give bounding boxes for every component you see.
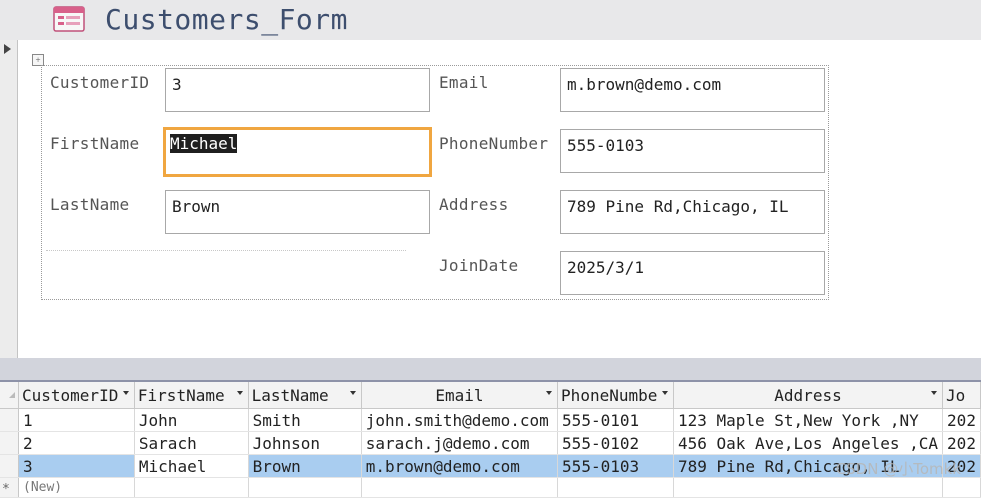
form-title: Customers_Form xyxy=(105,3,349,36)
table-row-current[interactable]: 3 Michael Brown m.brown@demo.com 555-010… xyxy=(0,454,981,478)
column-header-address[interactable]: Address xyxy=(673,382,944,409)
column-header-label: PhoneNumbe xyxy=(561,385,658,405)
email-field[interactable]: m.brown@demo.com xyxy=(560,68,825,112)
cell-lastname[interactable]: Brown xyxy=(248,454,362,478)
watermark: CSDN @小Tomkk xyxy=(835,460,961,478)
new-record-cell[interactable] xyxy=(557,477,674,498)
cell-address[interactable]: 123 Maple St,New York ,NY xyxy=(673,408,944,432)
new-record-cell[interactable] xyxy=(134,477,249,498)
split-form-splitter[interactable] xyxy=(0,358,981,382)
cell-address[interactable]: 456 Oak Ave,Los Angeles ,CA xyxy=(673,431,944,455)
new-record-row[interactable]: * (New) xyxy=(0,477,981,498)
new-record-selector[interactable]: * xyxy=(0,477,19,498)
address-label: Address xyxy=(439,195,509,214)
cell-firstname[interactable]: Sarach xyxy=(134,431,249,455)
new-record-cell[interactable] xyxy=(673,477,944,498)
column-header-customerid[interactable]: CustomerID xyxy=(18,382,135,409)
cell-customerid[interactable]: 3 xyxy=(18,454,135,478)
select-all-corner[interactable] xyxy=(0,382,19,409)
cell-phonenumber[interactable]: 555-0103 xyxy=(557,454,674,478)
column-header-label: Email xyxy=(435,385,484,405)
dropdown-arrow-icon[interactable] xyxy=(661,391,668,395)
column-header-label: Jo xyxy=(946,385,966,405)
lastname-field[interactable]: Brown xyxy=(165,190,430,234)
customerid-field[interactable]: 3 xyxy=(165,68,430,112)
column-header-label: LastName xyxy=(251,385,329,405)
cell-customerid[interactable]: 2 xyxy=(18,431,135,455)
cell-lastname[interactable]: Johnson xyxy=(248,431,362,455)
lastname-label: LastName xyxy=(50,195,130,214)
datasheet: CustomerID FirstName LastName Email Phon… xyxy=(0,382,981,498)
cell-customerid[interactable]: 1 xyxy=(18,408,135,432)
row-selector[interactable] xyxy=(0,431,19,455)
column-header-label: FirstName xyxy=(137,385,225,405)
email-label: Email xyxy=(439,73,489,92)
column-header-firstname[interactable]: FirstName xyxy=(134,382,249,409)
column-header-label: CustomerID xyxy=(22,385,119,405)
record-selector[interactable] xyxy=(0,40,18,358)
joindate-field[interactable]: 2025/3/1 xyxy=(560,251,825,295)
email-value: m.brown@demo.com xyxy=(567,75,722,94)
form-icon xyxy=(53,6,85,32)
firstname-value: Michael xyxy=(170,134,238,153)
table-row[interactable]: 2 Sarach Johnson sarach.j@demo.com 555-0… xyxy=(0,431,981,455)
form-title-bar: Customers_Form xyxy=(0,0,981,40)
dropdown-arrow-icon[interactable] xyxy=(349,391,356,395)
firstname-label: FirstName xyxy=(50,134,140,153)
new-record-cell[interactable] xyxy=(248,477,362,498)
cell-phonenumber[interactable]: 555-0102 xyxy=(557,431,674,455)
lastname-value: Brown xyxy=(172,197,221,216)
cell-phonenumber[interactable]: 555-0101 xyxy=(557,408,674,432)
cell-firstname[interactable]: John xyxy=(134,408,249,432)
column-header-joindate[interactable]: Jo xyxy=(942,382,981,409)
cell-email[interactable]: john.smith@demo.com xyxy=(361,408,559,432)
joindate-value: 2025/3/1 xyxy=(567,258,645,277)
cell-joindate[interactable]: 202 xyxy=(942,408,981,432)
dropdown-arrow-icon[interactable] xyxy=(236,391,243,395)
cell-email[interactable]: sarach.j@demo.com xyxy=(361,431,559,455)
row-selector[interactable] xyxy=(0,454,19,478)
dropdown-arrow-icon[interactable] xyxy=(931,391,938,395)
datasheet-header-row: CustomerID FirstName LastName Email Phon… xyxy=(0,382,981,409)
datasheet-table: CustomerID FirstName LastName Email Phon… xyxy=(0,382,981,498)
new-record-cell[interactable]: (New) xyxy=(18,477,135,498)
dropdown-arrow-icon[interactable] xyxy=(546,391,553,395)
column-header-email[interactable]: Email xyxy=(361,382,559,409)
joindate-label: JoinDate xyxy=(439,256,519,275)
form-detail-section: + CustomerID 3 FirstName Michael LastNam… xyxy=(18,40,981,358)
row-selector[interactable] xyxy=(0,408,19,432)
table-row[interactable]: 1 John Smith john.smith@demo.com 555-010… xyxy=(0,408,981,432)
new-record-cell[interactable] xyxy=(942,477,981,498)
column-header-lastname[interactable]: LastName xyxy=(248,382,362,409)
cell-joindate[interactable]: 202 xyxy=(942,431,981,455)
address-value: 789 Pine Rd,Chicago, IL xyxy=(567,197,789,216)
record-arrow-icon xyxy=(4,44,11,54)
phonenumber-label: PhoneNumber xyxy=(439,134,549,153)
address-field[interactable]: 789 Pine Rd,Chicago, IL xyxy=(560,190,825,234)
cell-email[interactable]: m.brown@demo.com xyxy=(361,454,559,478)
firstname-field[interactable]: Michael xyxy=(163,127,432,177)
empty-layout-row xyxy=(46,250,406,252)
column-header-label: Address xyxy=(774,385,842,405)
customerid-label: CustomerID xyxy=(50,73,150,92)
dropdown-arrow-icon[interactable] xyxy=(122,391,129,395)
phonenumber-field[interactable]: 555-0103 xyxy=(560,129,825,173)
new-record-cell[interactable] xyxy=(361,477,559,498)
column-header-phonenumber[interactable]: PhoneNumbe xyxy=(557,382,674,409)
cell-firstname[interactable]: Michael xyxy=(134,454,249,478)
cell-lastname[interactable]: Smith xyxy=(248,408,362,432)
customerid-value: 3 xyxy=(172,75,182,94)
phonenumber-value: 555-0103 xyxy=(567,136,645,155)
new-record-marker: * xyxy=(2,482,10,497)
